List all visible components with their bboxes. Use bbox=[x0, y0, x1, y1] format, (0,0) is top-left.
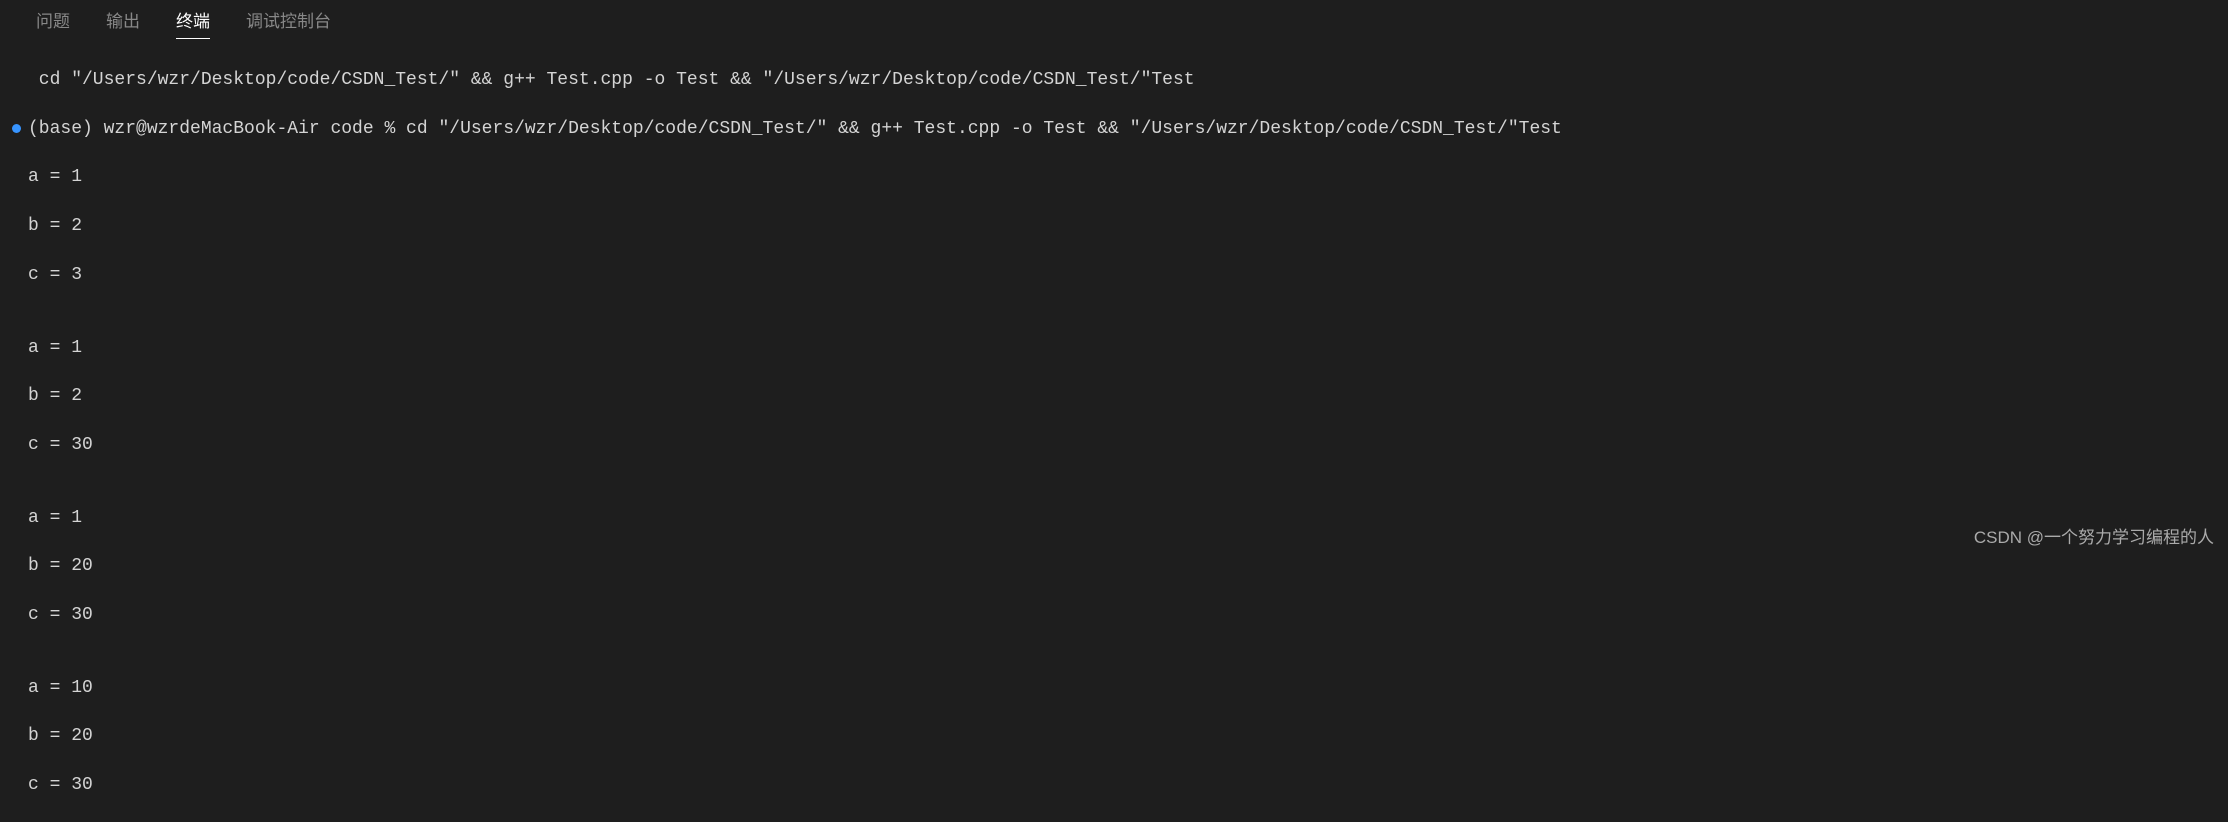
terminal-line: c = 30 bbox=[28, 433, 2228, 457]
terminal-line: b = 20 bbox=[28, 724, 2228, 748]
terminal-line: c = 30 bbox=[28, 773, 2228, 797]
terminal-line: c = 3 bbox=[28, 263, 2228, 287]
terminal-line: b = 20 bbox=[28, 554, 2228, 578]
terminal-line: a = 1 bbox=[28, 165, 2228, 189]
terminal-prompt-line: (base) wzr@wzrdeMacBook-Air code % cd "/… bbox=[28, 117, 2228, 141]
tab-terminal[interactable]: 终端 bbox=[158, 0, 228, 39]
terminal-line: c = 30 bbox=[28, 603, 2228, 627]
terminal-line: a = 1 bbox=[28, 506, 2228, 530]
tab-debug-console[interactable]: 调试控制台 bbox=[228, 0, 349, 39]
tab-output[interactable]: 输出 bbox=[88, 0, 158, 39]
terminal-line: (base) wzr@wzrdeMacBook-Air code % cd "/… bbox=[28, 119, 1562, 139]
tab-problems[interactable]: 问题 bbox=[18, 0, 88, 39]
terminal-line: b = 2 bbox=[28, 214, 2228, 238]
watermark-text: CSDN @一个努力学习编程的人 bbox=[1974, 523, 2214, 548]
terminal-line: a = 10 bbox=[28, 676, 2228, 700]
prompt-indicator-icon bbox=[12, 124, 21, 133]
panel-tab-bar: 问题 输出 终端 调试控制台 bbox=[0, 0, 2228, 38]
terminal-output[interactable]: cd "/Users/wzr/Desktop/code/CSDN_Test/" … bbox=[0, 38, 2228, 822]
terminal-line: b = 2 bbox=[28, 384, 2228, 408]
terminal-line: a = 1 bbox=[28, 336, 2228, 360]
terminal-line: cd "/Users/wzr/Desktop/code/CSDN_Test/" … bbox=[28, 68, 2228, 92]
